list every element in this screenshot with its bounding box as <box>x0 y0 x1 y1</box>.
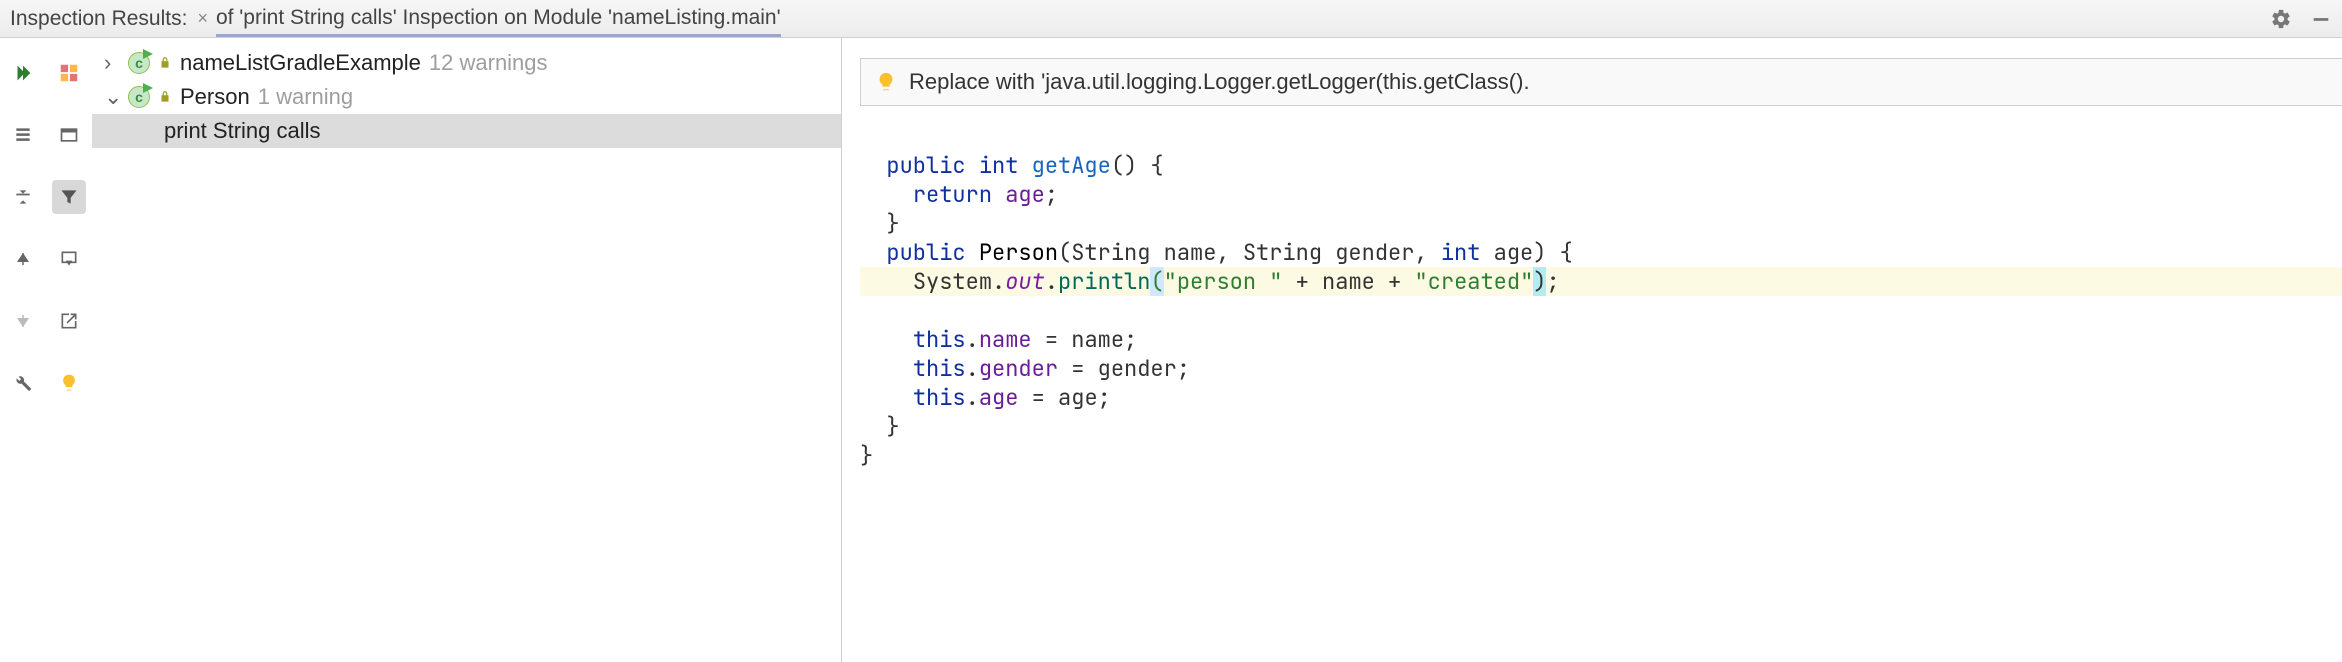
code-token: "created" <box>1414 267 1533 296</box>
module-icon[interactable] <box>52 118 86 152</box>
toolbar-left-2 <box>46 38 92 662</box>
code-token: gender <box>979 354 1058 383</box>
code-token: ) <box>1533 267 1546 296</box>
quickfix-suggestion[interactable]: Replace with 'java.util.logging.Logger.g… <box>860 58 2342 106</box>
tab-label[interactable]: of 'print String calls' Inspection on Mo… <box>216 6 781 37</box>
class-icon: c <box>128 86 150 108</box>
code-token: System. <box>913 267 1005 296</box>
code-token: } <box>886 412 899 441</box>
code-token: ; <box>1045 180 1058 209</box>
code-editor[interactable]: public int getAge() { return age; } publ… <box>842 122 2342 662</box>
code-token: () { <box>1111 151 1164 180</box>
code-token: } <box>860 441 873 470</box>
code-token: println <box>1058 267 1150 296</box>
group-by-icon[interactable] <box>52 56 86 90</box>
lock-icon <box>158 56 172 70</box>
code-preview-panel: Replace with 'java.util.logging.Logger.g… <box>842 38 2342 662</box>
code-token: int <box>979 151 1019 180</box>
settings-wrench-icon[interactable] <box>6 366 40 400</box>
code-token: } <box>886 209 899 238</box>
code-token: age) { <box>1480 238 1572 267</box>
rerun-icon[interactable] <box>6 56 40 90</box>
code-token: . <box>966 325 979 354</box>
code-token: name <box>979 325 1032 354</box>
close-tab-icon[interactable]: × <box>197 8 208 29</box>
panel-header: Inspection Results: × of 'print String c… <box>0 0 2342 38</box>
code-token: . <box>966 354 979 383</box>
prev-occurrence-icon[interactable] <box>6 242 40 276</box>
code-token: public <box>886 151 965 180</box>
toolbar-left-1 <box>0 38 46 662</box>
code-token: "person " <box>1164 267 1283 296</box>
code-token: age <box>979 383 1019 412</box>
code-token: this <box>913 354 966 383</box>
collapse-all-icon[interactable] <box>6 180 40 214</box>
code-token: getAge <box>1032 151 1111 180</box>
intention-bulb-icon[interactable] <box>52 366 86 400</box>
warning-count: 1 warning <box>258 84 353 110</box>
quickfix-text: Replace with 'java.util.logging.Logger.g… <box>909 69 1530 95</box>
class-icon: c <box>128 52 150 74</box>
chevron-down-icon: ⌄ <box>104 84 120 110</box>
node-label: nameListGradleExample <box>180 50 421 76</box>
code-token: return <box>913 180 992 209</box>
code-token: (String name, String gender, <box>1058 238 1441 267</box>
code-token: ; <box>1546 267 1559 296</box>
export-icon[interactable] <box>52 304 86 338</box>
code-token: this <box>913 325 966 354</box>
code-token: . <box>966 383 979 412</box>
inspection-tree: › c nameListGradleExample 12 warnings ⌄ … <box>92 38 842 662</box>
chevron-right-icon: › <box>104 50 120 76</box>
code-token: = name; <box>1032 325 1138 354</box>
node-label: Person <box>180 84 250 110</box>
code-token: this <box>913 383 966 412</box>
filter-icon[interactable] <box>52 180 86 214</box>
code-token: Person <box>979 238 1058 267</box>
code-token: = gender; <box>1058 354 1190 383</box>
lock-icon <box>158 90 172 104</box>
warning-count: 12 warnings <box>429 50 548 76</box>
minimize-icon[interactable] <box>2310 8 2332 30</box>
code-token: . <box>1045 267 1058 296</box>
code-token: ( <box>1150 267 1163 296</box>
next-occurrence-icon[interactable] <box>6 304 40 338</box>
bulb-icon <box>875 71 897 93</box>
panel-title: Inspection Results: <box>10 7 187 31</box>
code-token: int <box>1441 238 1481 267</box>
tree-node-class[interactable]: ⌄ c Person 1 warning <box>92 80 841 114</box>
gear-icon[interactable] <box>2270 8 2292 30</box>
expand-all-icon[interactable] <box>6 118 40 152</box>
code-token: public <box>886 238 965 267</box>
code-token: out <box>1005 267 1045 296</box>
code-token: + name + <box>1282 267 1414 296</box>
autoscroll-icon[interactable] <box>52 242 86 276</box>
code-token: = age; <box>1018 383 1110 412</box>
code-token: age <box>1005 180 1045 209</box>
tree-node-project[interactable]: › c nameListGradleExample 12 warnings <box>92 46 841 80</box>
tree-leaf-issue[interactable]: print String calls <box>92 114 841 148</box>
leaf-label: print String calls <box>164 118 321 144</box>
